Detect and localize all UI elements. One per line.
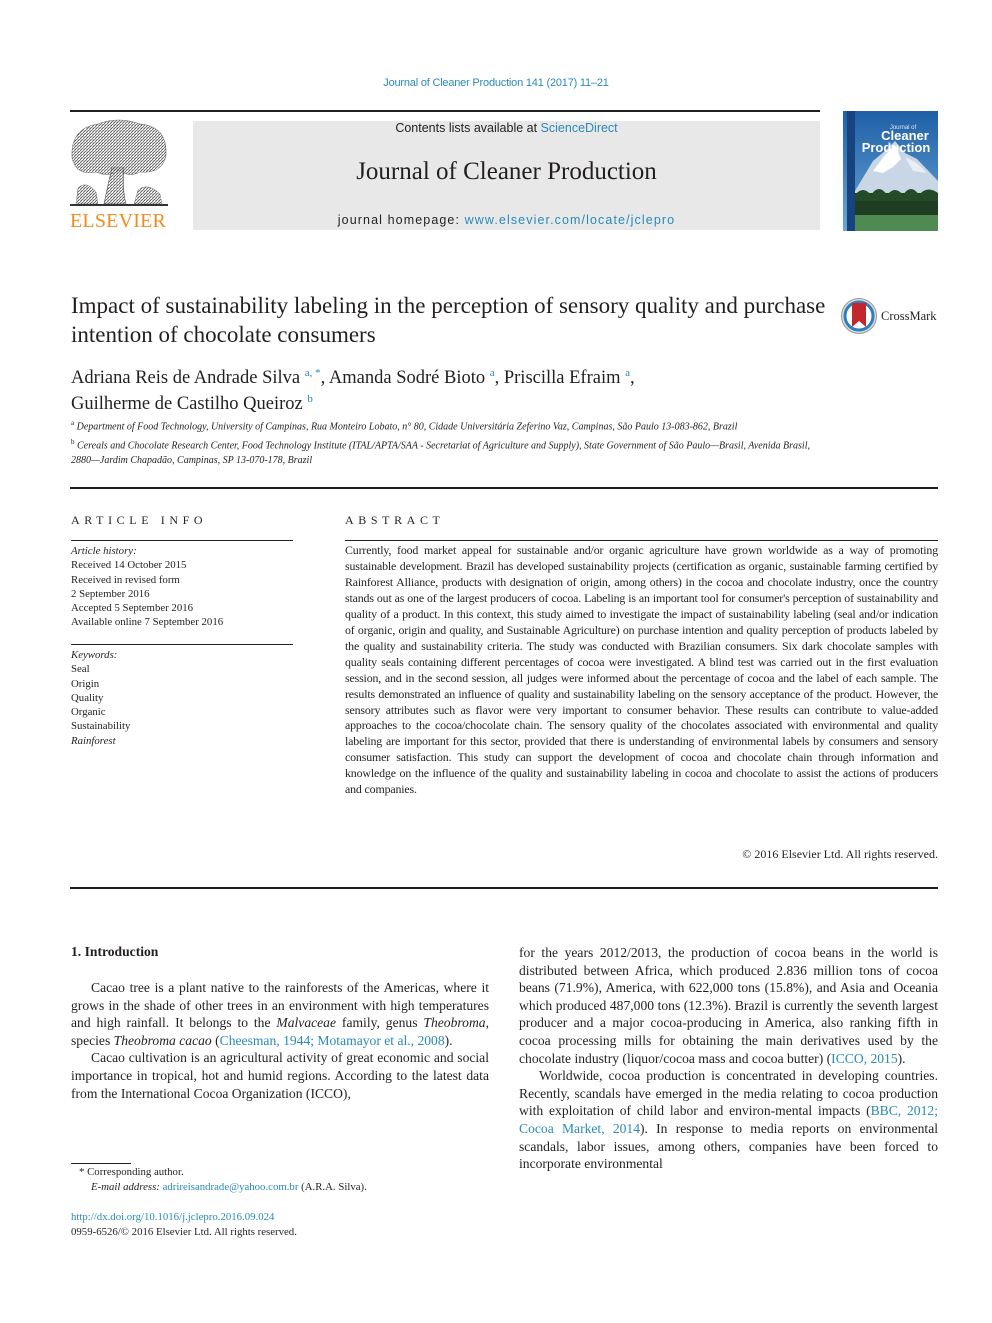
author-list: Adriana Reis de Andrade Silva a, *, Aman… <box>71 367 635 415</box>
keyword: Rainforest <box>71 734 116 747</box>
article-info-rule <box>71 540 293 541</box>
paragraph: Worldwide, cocoa production is concentra… <box>519 1068 939 1172</box>
journal-masthead: Contents lists available at ScienceDirec… <box>193 121 820 230</box>
footnote-rule <box>71 1163 131 1164</box>
divider <box>70 487 938 489</box>
elsevier-logo[interactable]: ELSEVIER <box>68 118 172 233</box>
abstract-rule <box>345 540 938 541</box>
history-item: Received 14 October 2015 <box>71 559 187 572</box>
crossmark-label: CrossMark <box>881 308 937 323</box>
doi-block: http://dx.doi.org/10.1016/j.jclepro.2016… <box>71 1210 501 1240</box>
history-item: Accepted 5 September 2016 <box>71 602 194 615</box>
citation-link[interactable]: ICCO, 2015 <box>831 1051 897 1066</box>
elsevier-tree-icon <box>70 119 168 206</box>
journal-title: Journal of Cleaner Production <box>356 158 657 185</box>
crossmark-button[interactable]: CrossMark <box>840 296 937 336</box>
header-rule <box>70 110 820 112</box>
author[interactable]: Amanda Sodré Bioto a <box>329 367 495 388</box>
article-info-heading: ARTICLE INFO <box>71 513 208 527</box>
keywords: Keywords: Seal Origin Quality Organic Su… <box>71 648 293 748</box>
abstract-text: Currently, food market appeal for sustai… <box>345 543 938 797</box>
author[interactable]: Priscilla Efraim a <box>504 367 630 388</box>
contents-prefix: Contents lists available at <box>395 121 541 135</box>
crossmark-icon <box>841 298 877 334</box>
affiliations: a Department of Food Technology, Univers… <box>71 416 821 468</box>
keyword: Sustainability <box>71 720 131 733</box>
keyword: Organic <box>71 706 106 719</box>
email-line: E-mail address: adrireisandrade@yahoo.co… <box>91 1181 367 1193</box>
history-item: Received in revised form <box>71 573 180 586</box>
keywords-label: Keywords: <box>71 649 118 661</box>
divider <box>70 887 938 889</box>
corresponding-author: * Corresponding author. <box>79 1166 184 1178</box>
homepage-prefix: journal homepage: <box>337 213 465 227</box>
homepage-line: journal homepage: www.elsevier.com/locat… <box>193 213 820 227</box>
body-column-left: Cacao tree is a plant native to the rain… <box>71 979 489 1102</box>
section-heading-introduction: 1. Introduction <box>71 944 159 959</box>
author[interactable]: Adriana Reis de Andrade Silva a, * <box>71 367 321 388</box>
journal-homepage-link[interactable]: www.elsevier.com/locate/jclepro <box>465 213 676 227</box>
issn-copyright: 0959-6526/© 2016 Elsevier Ltd. All right… <box>71 1226 297 1238</box>
article-history: Article history: Received 14 October 201… <box>71 544 293 630</box>
history-label: Article history: <box>71 545 137 557</box>
article-title: Impact of sustainability labeling in the… <box>71 293 826 347</box>
elsevier-wordmark: ELSEVIER <box>70 210 167 232</box>
corresponding-author-note: * Corresponding author. E-mail address: … <box>71 1165 501 1195</box>
keywords-rule <box>71 644 293 645</box>
paragraph: Cacao tree is a plant native to the rain… <box>71 980 489 1048</box>
history-item: Available online 7 September 2016 <box>71 616 224 629</box>
affiliation-a: a Department of Food Technology, Univers… <box>71 419 738 433</box>
author-affiliation-mark: b <box>307 393 313 406</box>
keyword: Origin <box>71 677 100 690</box>
author-affiliation-mark: a, * <box>304 367 321 379</box>
author[interactable]: Guilherme de Castilho Queiroz b <box>71 393 313 414</box>
journal-reference-link[interactable]: Journal of Cleaner Production 141 (2017)… <box>0 77 992 89</box>
abstract-copyright: © 2016 Elsevier Ltd. All rights reserved… <box>742 847 938 861</box>
email-link[interactable]: adrireisandrade@yahoo.com.br <box>163 1181 299 1193</box>
paragraph: Cacao cultivation is an agricultural act… <box>71 1050 489 1101</box>
keyword: Seal <box>71 663 90 676</box>
citation-link[interactable]: Cheesman, 1944; Motamayor et al., 2008 <box>220 1033 445 1048</box>
cover-artwork: Journal of Cleaner Production <box>843 111 938 231</box>
doi-link[interactable]: http://dx.doi.org/10.1016/j.jclepro.2016… <box>71 1211 274 1223</box>
keyword: Quality <box>71 691 104 704</box>
journal-cover-image[interactable]: Journal of Cleaner Production <box>843 111 938 231</box>
affiliation-b: b Cereals and Chocolate Research Center,… <box>71 437 810 466</box>
body-column-right: for the years 2012/2013, the production … <box>519 944 938 1173</box>
paragraph: for the years 2012/2013, the production … <box>519 945 938 1066</box>
history-item: 2 September 2016 <box>71 587 150 600</box>
sciencedirect-link[interactable]: ScienceDirect <box>541 121 618 135</box>
abstract-heading: ABSTRACT <box>345 513 445 527</box>
contents-line: Contents lists available at ScienceDirec… <box>193 121 820 135</box>
cover-title-line2: Production <box>862 140 931 155</box>
